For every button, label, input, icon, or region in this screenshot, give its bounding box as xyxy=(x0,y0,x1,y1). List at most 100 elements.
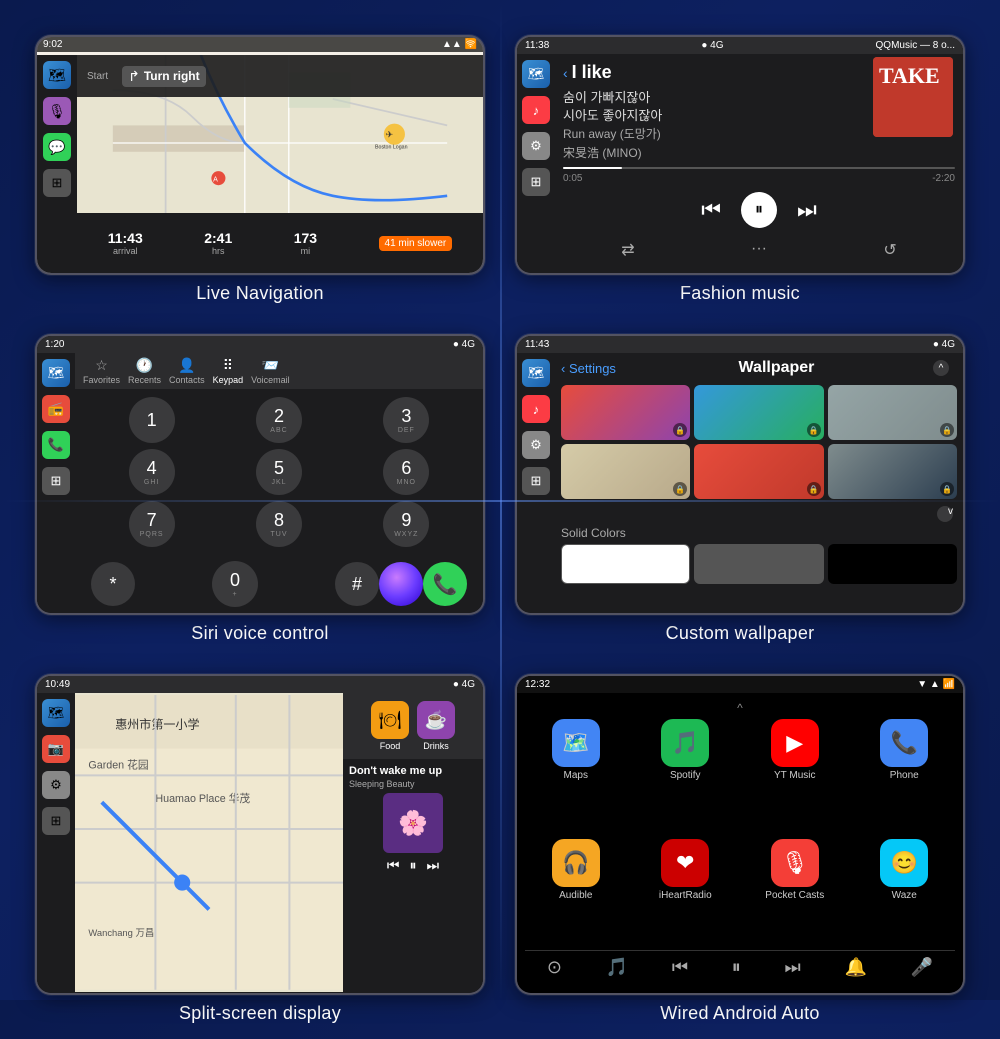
solid-white[interactable] xyxy=(561,544,690,584)
maps-icon-music[interactable]: 🗺 xyxy=(522,60,550,88)
wall-thumb-4[interactable]: 🔒 xyxy=(561,444,690,499)
dial-7[interactable]: 7PQRS xyxy=(129,501,175,547)
nav-bottom-bar: 11:43 arrival 2:41 hrs 173 mi 41 min slo… xyxy=(77,213,483,273)
dial-6[interactable]: 6MNO xyxy=(383,449,429,495)
spotify-app[interactable]: 🎵 Spotify xyxy=(635,719,737,830)
play-pause-button[interactable]: ⏸ xyxy=(741,192,777,228)
split-forward-button[interactable]: ⏭ xyxy=(427,857,440,874)
favorites-tab[interactable]: ☆ Favorites xyxy=(83,357,120,385)
android-signal: ▼ ▲ 📶 xyxy=(917,679,955,690)
grid-icon-split[interactable]: ⊞ xyxy=(42,807,70,835)
grid-icon-music[interactable]: ⊞ xyxy=(522,168,550,196)
settings-icon-music[interactable]: ⚙ xyxy=(522,132,550,160)
music-icon[interactable]: ♪ xyxy=(522,96,550,124)
wall-thumb-2[interactable]: 🔒 xyxy=(694,385,823,440)
keypad-tab[interactable]: ⠿ Keypad xyxy=(213,357,244,385)
music-content: 11:38 ● 4G QQMusic — 8 o... 🗺 ♪ ⚙ ⊞ ‹ I xyxy=(517,37,963,273)
wall-thumb-6[interactable]: 🔒 xyxy=(828,444,957,499)
pocketcasts-app[interactable]: 🎙 Pocket Casts xyxy=(744,839,846,950)
wall-thumb-5[interactable]: 🔒 xyxy=(694,444,823,499)
dial-9[interactable]: 9WXYZ xyxy=(383,501,429,547)
siri-content: 1:20 ● 4G 🗺 📻 📞 ⊞ ☆ Favorite xyxy=(37,336,483,613)
iheartradio-app-icon: ❤ xyxy=(661,839,709,887)
star-button[interactable]: * xyxy=(91,562,135,606)
food-poi-button[interactable]: 🍽 Food xyxy=(371,701,409,751)
instagram-icon-split[interactable]: 📷 xyxy=(42,735,70,763)
siri-orb[interactable] xyxy=(379,562,423,606)
solid-black[interactable] xyxy=(828,544,957,584)
podcasts-icon[interactable]: 🎙 xyxy=(43,97,71,125)
grid-icon-siri[interactable]: ⊞ xyxy=(42,467,70,495)
voicemail-tab[interactable]: 📨 Voicemail xyxy=(251,357,290,385)
next-track-icon[interactable]: ⏭ xyxy=(785,957,801,978)
ytmusic-app[interactable]: ▶ YT Music xyxy=(744,719,846,830)
keypad-tabs: ☆ Favorites 🕐 Recents 👤 Contacts xyxy=(75,353,483,389)
audible-app-label: Audible xyxy=(559,890,592,901)
progress-bar[interactable] xyxy=(563,167,955,169)
dial-4[interactable]: 4GHI xyxy=(129,449,175,495)
contacts-tab[interactable]: 👤 Contacts xyxy=(169,357,205,385)
settings-icon-split[interactable]: ⚙ xyxy=(42,771,70,799)
dial-1[interactable]: 1 xyxy=(129,397,175,443)
dial-8[interactable]: 8TUV xyxy=(256,501,302,547)
settings-back-link[interactable]: ‹ Settings xyxy=(561,361,616,376)
iheartradio-app[interactable]: ❤ iHeartRadio xyxy=(635,839,737,950)
music-body: 🗺 ♪ ⚙ ⊞ ‹ I like 숨이 가빠지잖아 시아도 좋아지잖아 Run … xyxy=(517,54,963,272)
messages-icon[interactable]: 💬 xyxy=(43,133,71,161)
settings-icon-wall[interactable]: ⚙ xyxy=(522,431,550,459)
dial-0[interactable]: 0+ xyxy=(212,561,258,607)
music-icon-wall[interactable]: ♪ xyxy=(522,395,550,423)
call-button[interactable]: 📞 xyxy=(423,562,467,606)
android-content: 12:32 ▼ ▲ 📶 ^ 🗺️ Maps 🎵 Spotify xyxy=(517,676,963,993)
dial-3[interactable]: 3DEF xyxy=(383,397,429,443)
drinks-poi-button[interactable]: ☕ Drinks xyxy=(417,701,455,751)
ytmusic-app-icon: ▶ xyxy=(771,719,819,767)
solid-gray[interactable] xyxy=(694,544,823,584)
maps-icon-split[interactable]: 🗺 xyxy=(42,699,70,727)
wallpaper-title: Wallpaper xyxy=(622,359,931,377)
fast-forward-button[interactable]: ⏭ xyxy=(797,197,817,223)
wall-thumb-3[interactable]: 🔒 xyxy=(828,385,957,440)
spotify-bottom-icon[interactable]: 🎵 xyxy=(606,957,628,978)
grid-icon-wall[interactable]: ⊞ xyxy=(522,467,550,495)
mic-icon[interactable]: 🎤 xyxy=(911,957,933,978)
play-pause-icon[interactable]: ⏸ xyxy=(732,957,741,978)
maps-icon[interactable]: 🗺 xyxy=(43,61,71,89)
solid-colors-section: Solid Colors xyxy=(561,526,957,584)
prev-track-icon[interactable]: ⏮ xyxy=(672,957,688,978)
notification-icon[interactable]: 🔔 xyxy=(844,957,866,978)
more-button[interactable]: ··· xyxy=(751,240,767,260)
dial-5[interactable]: 5JKL xyxy=(256,449,302,495)
waze-app[interactable]: 😊 Waze xyxy=(854,839,956,950)
maps-icon-siri[interactable]: 🗺 xyxy=(42,359,70,387)
scroll-up-indicator[interactable]: ^ xyxy=(525,701,955,715)
music-back-arrow[interactable]: ‹ xyxy=(563,65,568,81)
music-label: Fashion music xyxy=(680,283,800,304)
maps-app[interactable]: 🗺️ Maps xyxy=(525,719,627,830)
maps-app-label: Maps xyxy=(564,770,588,781)
wall-time: 11:43 xyxy=(525,339,549,350)
home-icon[interactable]: ⊙ xyxy=(547,957,562,978)
maps-icon-wall[interactable]: 🗺 xyxy=(522,359,550,387)
grid-icon[interactable]: ⊞ xyxy=(43,169,71,197)
rewind-button[interactable]: ⏮ xyxy=(701,197,721,223)
shuffle-button[interactable]: ⇄ xyxy=(621,240,634,260)
svg-text:惠州市第一小学: 惠州市第一小学 xyxy=(115,717,199,732)
audible-app[interactable]: 🎧 Audible xyxy=(525,839,627,950)
scroll-up-button[interactable]: ^ xyxy=(933,360,949,376)
phone-app[interactable]: 📞 Phone xyxy=(854,719,956,830)
hash-button[interactable]: # xyxy=(335,562,379,606)
recents-tab[interactable]: 🕐 Recents xyxy=(128,357,161,385)
split-play-button[interactable]: ⏸ xyxy=(410,857,417,874)
phone-icon-siri[interactable]: 📞 xyxy=(42,431,70,459)
wall-thumb-1[interactable]: 🔒 xyxy=(561,385,690,440)
nav-signal: ▲▲ 🛜 xyxy=(442,39,477,50)
split-rewind-button[interactable]: ⏮ xyxy=(387,857,400,874)
repeat-button[interactable]: ↺ xyxy=(883,240,896,260)
radio-icon-siri[interactable]: 📻 xyxy=(42,395,70,423)
lock-icon-3: 🔒 xyxy=(940,423,954,437)
iheartradio-app-label: iHeartRadio xyxy=(659,890,712,901)
scroll-down-button[interactable]: v xyxy=(937,506,953,522)
split-map-svg: 惠州市第一小学 Garden 花园 Huamao Place 华茂 Wanc xyxy=(75,693,343,992)
dial-2[interactable]: 2ABC xyxy=(256,397,302,443)
